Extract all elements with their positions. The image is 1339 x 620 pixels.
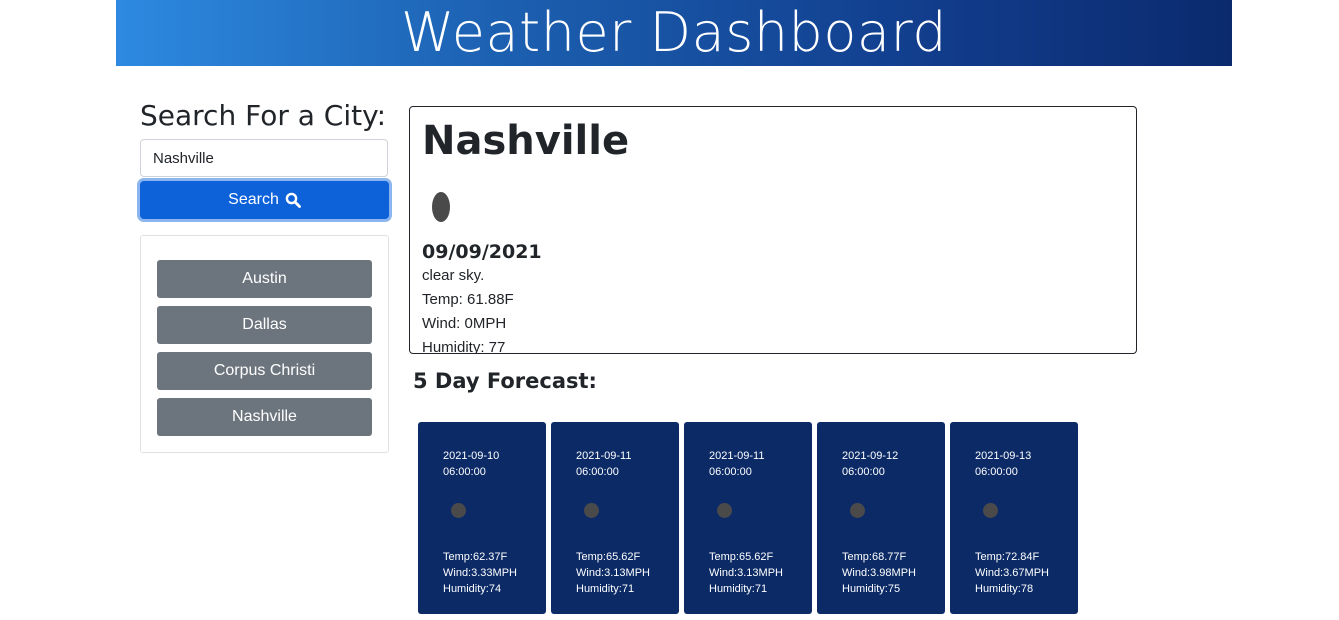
forecast-humidity: Humidity:74 <box>443 583 502 595</box>
current-description: clear sky. <box>422 267 485 284</box>
forecast-wind: Wind:3.13MPH <box>709 567 783 579</box>
forecast-temp: Temp:65.62F <box>709 551 774 563</box>
history-city-button[interactable]: Corpus Christi <box>157 352 372 390</box>
forecast-time: 06:00:00 <box>576 466 619 478</box>
forecast-card: 2021-09-13 06:00:00 Temp:72.84F Wind:3.6… <box>950 422 1078 614</box>
forecast-humidity: Humidity:78 <box>975 583 1034 595</box>
forecast-date: 2021-09-11 <box>709 450 765 462</box>
forecast-temp: Temp:68.77F <box>842 551 907 563</box>
forecast-time: 06:00:00 <box>842 466 885 478</box>
weather-icon <box>432 192 450 222</box>
page-header: Weather Dashboard <box>116 0 1232 66</box>
history-city-button[interactable]: Austin <box>157 260 372 298</box>
search-button[interactable]: Search <box>140 181 389 219</box>
forecast-humidity: Humidity:71 <box>576 583 635 595</box>
forecast-title: 5 Day Forecast: <box>413 369 597 393</box>
current-humidity: Humidity: 77 <box>422 339 506 354</box>
forecast-card: 2021-09-11 06:00:00 Temp:65.62F Wind:3.1… <box>684 422 812 614</box>
forecast-wind: Wind:3.13MPH <box>576 567 650 579</box>
current-wind: Wind: 0MPH <box>422 315 507 332</box>
forecast-card: 2021-09-11 06:00:00 Temp:65.62F Wind:3.1… <box>551 422 679 614</box>
forecast-time: 06:00:00 <box>443 466 486 478</box>
current-city-name: Nashville <box>422 118 630 164</box>
forecast-temp: Temp:65.62F <box>576 551 641 563</box>
weather-icon <box>451 503 466 518</box>
search-history: Austin Dallas Corpus Christi Nashville <box>140 235 389 453</box>
forecast-card: 2021-09-12 06:00:00 Temp:68.77F Wind:3.9… <box>817 422 945 614</box>
current-weather-card: Nashville 09/09/2021 clear sky. Temp: 61… <box>409 106 1137 354</box>
weather-icon <box>717 503 732 518</box>
history-city-button[interactable]: Nashville <box>157 398 372 436</box>
forecast-date: 2021-09-13 <box>975 450 1032 462</box>
forecast-wind: Wind:3.33MPH <box>443 567 517 579</box>
forecast-time: 06:00:00 <box>975 466 1018 478</box>
forecast-temp: Temp:72.84F <box>975 551 1040 563</box>
forecast-wind: Wind:3.67MPH <box>975 567 1049 579</box>
forecast-humidity: Humidity:75 <box>842 583 901 595</box>
weather-icon <box>850 503 865 518</box>
history-city-button[interactable]: Dallas <box>157 306 372 344</box>
current-temp: Temp: 61.88F <box>422 291 514 308</box>
forecast-time: 06:00:00 <box>709 466 752 478</box>
weather-icon <box>584 503 599 518</box>
page-title: Weather Dashboard <box>401 1 947 64</box>
search-title: Search For a City: <box>140 99 387 132</box>
forecast-date: 2021-09-12 <box>842 450 899 462</box>
current-date: 09/09/2021 <box>422 241 542 263</box>
forecast-humidity: Humidity:71 <box>709 583 768 595</box>
forecast-card: 2021-09-10 06:00:00 Temp:62.37F Wind:3.3… <box>418 422 546 614</box>
weather-icon <box>983 503 998 518</box>
search-icon <box>285 192 301 208</box>
city-search-input[interactable] <box>140 139 388 177</box>
forecast-date: 2021-09-10 <box>443 450 500 462</box>
forecast-temp: Temp:62.37F <box>443 551 508 563</box>
forecast-date: 2021-09-11 <box>576 450 632 462</box>
forecast-wind: Wind:3.98MPH <box>842 567 916 579</box>
search-button-label: Search <box>228 191 279 208</box>
